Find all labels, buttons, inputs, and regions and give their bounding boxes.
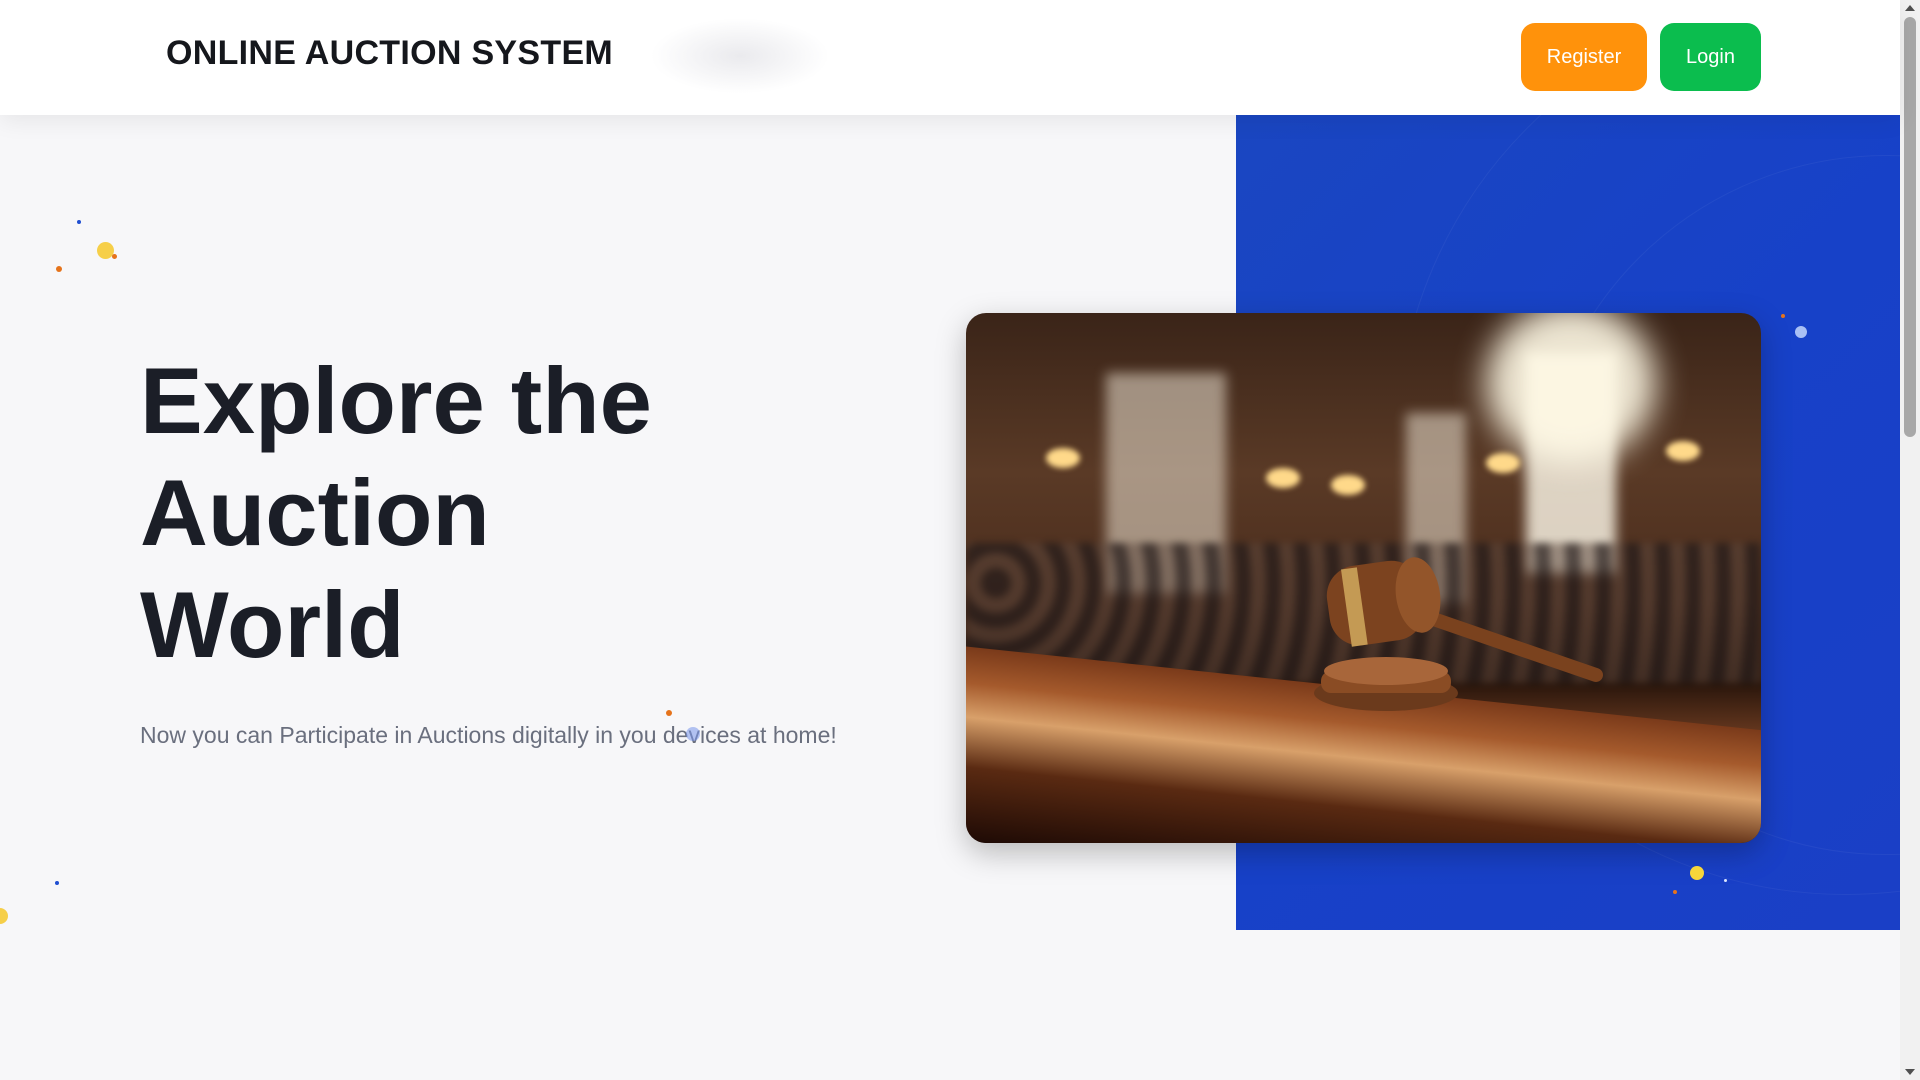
decorative-dot <box>1724 879 1727 882</box>
page-scrollbar[interactable] <box>1900 0 1920 1080</box>
decorative-dot <box>1781 314 1785 318</box>
hero-title-line: Auction <box>140 460 490 565</box>
site-brand[interactable]: ONLINE AUCTION SYSTEM <box>166 34 613 73</box>
photo-lamp <box>1266 468 1300 488</box>
decorative-dot <box>55 881 59 885</box>
decorative-dot <box>112 254 117 259</box>
decorative-dot <box>56 266 62 272</box>
auction-gavel-image <box>966 313 1761 843</box>
hero-subtitle: Now you can Participate in Auctions digi… <box>140 722 837 748</box>
decorative-dot <box>0 908 8 924</box>
gavel-icon <box>1314 557 1603 711</box>
login-button[interactable]: Login <box>1660 23 1761 91</box>
decorative-dot <box>686 727 700 741</box>
hero-title-line: Explore the <box>140 348 652 453</box>
scroll-up-icon[interactable] <box>1905 5 1915 11</box>
scroll-down-icon[interactable] <box>1905 1069 1915 1075</box>
hero-title-line: World <box>140 572 405 677</box>
decorative-blur <box>650 18 830 94</box>
hero-title: Explore the Auction World <box>140 345 760 681</box>
decorative-dot <box>666 710 672 716</box>
photo-lamp <box>1046 448 1080 468</box>
decorative-dot <box>1673 890 1677 894</box>
decorative-dot <box>1690 866 1704 880</box>
register-button[interactable]: Register <box>1521 23 1647 91</box>
decorative-dot <box>1795 326 1807 338</box>
photo-lamp <box>1666 441 1700 461</box>
decorative-dot <box>77 220 81 224</box>
photo-light-glow <box>1486 313 1656 463</box>
top-navbar: ONLINE AUCTION SYSTEM Register Login <box>0 0 1900 115</box>
scrollbar-thumb[interactable] <box>1904 17 1916 437</box>
photo-lamp <box>1331 475 1365 495</box>
photo-lamp <box>1486 453 1520 473</box>
